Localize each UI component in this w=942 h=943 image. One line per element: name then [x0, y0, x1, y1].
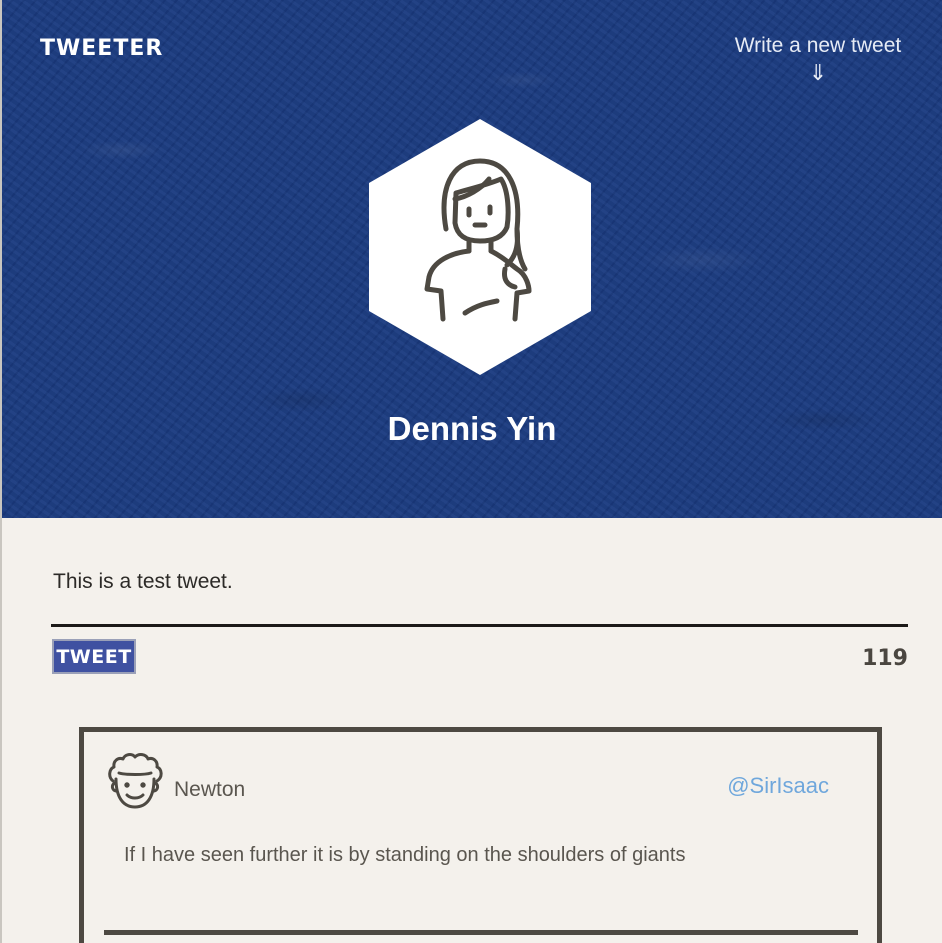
tweet-author-handle[interactable]: @SirIsaac	[727, 773, 829, 799]
write-new-tweet-link[interactable]: Write a new tweet ⇓	[718, 34, 918, 86]
tweet-button[interactable]: TWEET	[52, 639, 136, 674]
character-counter: 119	[862, 646, 908, 671]
double-down-arrow-icon[interactable]: ⇓	[718, 60, 918, 86]
tweet-text: If I have seen further it is by standing…	[124, 844, 686, 866]
tweet-author-name: Newton	[174, 778, 246, 801]
profile-avatar	[369, 119, 591, 375]
app-logo[interactable]: TWEETER	[40, 36, 163, 61]
tweet-footer-divider	[104, 930, 858, 935]
write-new-tweet-label[interactable]: Write a new tweet	[735, 34, 902, 57]
tweet-card: Newton @SirIsaac If I have seen further …	[79, 727, 882, 943]
profile-header: TWEETER Write a new tweet ⇓ Dennis Yin	[2, 0, 942, 518]
curly-hair-man-avatar-icon	[108, 753, 163, 809]
profile-name: Dennis Yin	[387, 410, 557, 447]
tweet-input[interactable]: This is a test tweet.	[53, 570, 233, 594]
composer-underline	[51, 624, 908, 627]
